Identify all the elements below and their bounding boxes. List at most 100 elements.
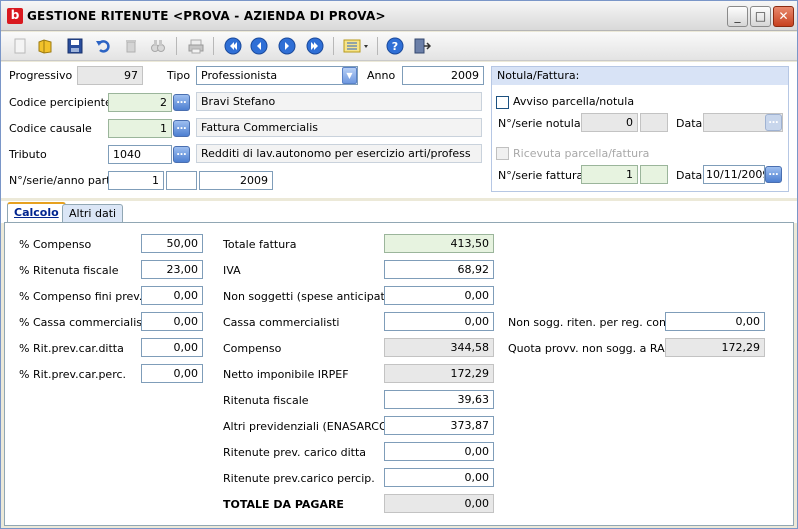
serie-fattura-label: N°/serie fattura — [498, 169, 584, 182]
print-icon[interactable] — [186, 36, 206, 56]
iva-label: IVA — [223, 264, 241, 277]
ritenute-percip-field[interactable]: 0,00 — [384, 468, 494, 487]
tributo-description: Redditi di lav.autonomo per esercizio ar… — [196, 144, 482, 163]
open-icon[interactable] — [35, 36, 55, 56]
exit-icon[interactable] — [412, 36, 432, 56]
serie-anno-label: N°/serie/anno part. — [9, 174, 114, 187]
netto-imponibile-field: 172,29 — [384, 364, 494, 383]
tipo-label: Tipo — [167, 69, 191, 82]
ritenuta-fiscale-field[interactable]: 39,63 — [384, 390, 494, 409]
data-notula-label: Data — [676, 117, 703, 130]
ritenute-percip-label: Ritenute prev.carico percip. — [223, 472, 375, 485]
quota-provv-field: 172,29 — [665, 338, 765, 357]
totale-da-pagare-label: TOTALE DA PAGARE — [223, 498, 344, 511]
notula-fattura-title: Notula/Fattura: — [492, 67, 788, 85]
anno-field[interactable]: 2009 — [402, 66, 484, 85]
delete-icon[interactable] — [121, 36, 141, 56]
perc-rit-ditta-label: % Rit.prev.car.ditta — [19, 342, 124, 355]
progressivo-field: 97 — [77, 66, 143, 85]
lookup-causale-button[interactable]: … — [173, 120, 190, 137]
app-logo-icon: b — [7, 8, 23, 24]
non-sogg-riten-label: Non sogg. riten. per reg. conv. — [508, 316, 676, 329]
tipo-select[interactable]: Professionista — [196, 66, 358, 85]
codice-percipiente-label: Codice percipiente — [9, 96, 112, 109]
tab-strip: Calcolo Altri dati — [1, 201, 797, 223]
codice-percipiente-field[interactable]: 2 — [108, 93, 172, 112]
altri-previdenziali-label: Altri previdenziali (ENASARCO) — [223, 420, 392, 433]
new-icon[interactable] — [10, 36, 30, 56]
first-icon[interactable] — [223, 36, 243, 56]
perc-compenso-prev-field[interactable]: 0,00 — [141, 286, 203, 305]
compenso-label: Compenso — [223, 342, 282, 355]
next-icon[interactable] — [277, 36, 297, 56]
tributo-field[interactable]: 1040 — [108, 145, 172, 164]
perc-ritenuta-fiscale-label: % Ritenuta fiscale — [19, 264, 119, 277]
calendar-notula-button: … — [765, 114, 782, 131]
anno-label: Anno — [367, 69, 396, 82]
find-icon[interactable] — [148, 36, 168, 56]
perc-cassa-field[interactable]: 0,00 — [141, 312, 203, 331]
chevron-down-icon[interactable]: ▼ — [342, 67, 357, 84]
tributo-label: Tributo — [9, 148, 47, 161]
altri-previdenziali-field[interactable]: 373,87 — [384, 416, 494, 435]
tab-altri-dati[interactable]: Altri dati — [62, 204, 124, 222]
non-soggetti-label: Non soggetti (spese anticipate) — [223, 290, 396, 303]
progressivo-label: Progressivo — [9, 69, 73, 82]
data-fattura-label: Data — [676, 169, 703, 182]
non-soggetti-field[interactable]: 0,00 — [384, 286, 494, 305]
calendar-fattura-button[interactable]: … — [765, 166, 782, 183]
minimize-button[interactable]: _ — [727, 6, 748, 27]
serie-notula-label: N°/serie notula — [498, 117, 581, 130]
save-icon[interactable] — [65, 36, 85, 56]
serie-notula-num-field: 0 — [581, 113, 638, 132]
perc-rit-perc-label: % Rit.prev.car.perc. — [19, 368, 127, 381]
help-icon[interactable]: ? — [385, 36, 405, 56]
tab-calcolo[interactable]: Calcolo — [7, 202, 66, 223]
compenso-field: 344,58 — [384, 338, 494, 357]
calcolo-panel: % Compenso 50,00 % Ritenuta fiscale 23,0… — [4, 222, 794, 526]
serie-serie-field[interactable] — [166, 171, 197, 190]
window-title: GESTIONE RITENUTE <PROVA - AZIENDA DI PR… — [27, 9, 386, 23]
close-button[interactable]: ✕ — [773, 6, 794, 27]
avviso-label: Avviso parcella/notula — [513, 95, 635, 108]
perc-ritenuta-fiscale-field[interactable]: 23,00 — [141, 260, 203, 279]
serie-anno-field[interactable]: 2009 — [199, 171, 273, 190]
perc-rit-ditta-field[interactable]: 0,00 — [141, 338, 203, 357]
perc-compenso-field[interactable]: 50,00 — [141, 234, 203, 253]
cassa-commercialisti-field[interactable]: 0,00 — [384, 312, 494, 331]
ritenute-ditta-label: Ritenute prev. carico ditta — [223, 446, 367, 459]
iva-field[interactable]: 68,92 — [384, 260, 494, 279]
causale-description: Fattura Commercialis — [196, 118, 482, 137]
data-fattura-field[interactable]: 10/11/2009 — [703, 165, 765, 184]
serie-fattura-num-field[interactable]: 1 — [581, 165, 638, 184]
notula-fattura-group: Notula/Fattura: Avviso parcella/notula N… — [491, 66, 789, 192]
ritenute-ditta-field[interactable]: 0,00 — [384, 442, 494, 461]
serie-num-field[interactable]: 1 — [108, 171, 164, 190]
perc-cassa-label: % Cassa commercialisti — [19, 316, 150, 329]
lookup-percipiente-button[interactable]: … — [173, 94, 190, 111]
perc-rit-perc-field[interactable]: 0,00 — [141, 364, 203, 383]
codice-causale-field[interactable]: 1 — [108, 119, 172, 138]
codice-causale-label: Codice causale — [9, 122, 92, 135]
percipiente-description: Bravi Stefano — [196, 92, 482, 111]
ricevuta-label: Ricevuta parcella/fattura — [513, 147, 650, 160]
netto-imponibile-label: Netto imponibile IRPEF — [223, 368, 349, 381]
toolbar: ? — [1, 32, 797, 61]
svg-text:?: ? — [392, 40, 398, 53]
non-sogg-riten-field[interactable]: 0,00 — [665, 312, 765, 331]
lookup-tributo-button[interactable]: … — [173, 146, 190, 163]
totale-fattura-label: Totale fattura — [223, 238, 297, 251]
ricevuta-checkbox[interactable] — [496, 147, 509, 160]
previous-icon[interactable] — [249, 36, 269, 56]
last-icon[interactable] — [305, 36, 325, 56]
serie-fattura-serie-field[interactable] — [640, 165, 668, 184]
serie-notula-serie-field — [640, 113, 668, 132]
totale-fattura-field[interactable]: 413,50 — [384, 234, 494, 253]
cassa-commercialisti-label: Cassa commercialisti — [223, 316, 340, 329]
avviso-checkbox[interactable] — [496, 96, 509, 109]
perc-compenso-prev-label: % Compenso fini prev. — [19, 290, 143, 303]
list-options-icon[interactable] — [342, 36, 372, 56]
undo-icon[interactable] — [93, 36, 113, 56]
maximize-button[interactable]: □ — [750, 6, 771, 27]
title-bar[interactable]: b GESTIONE RITENUTE <PROVA - AZIENDA DI … — [1, 1, 797, 31]
